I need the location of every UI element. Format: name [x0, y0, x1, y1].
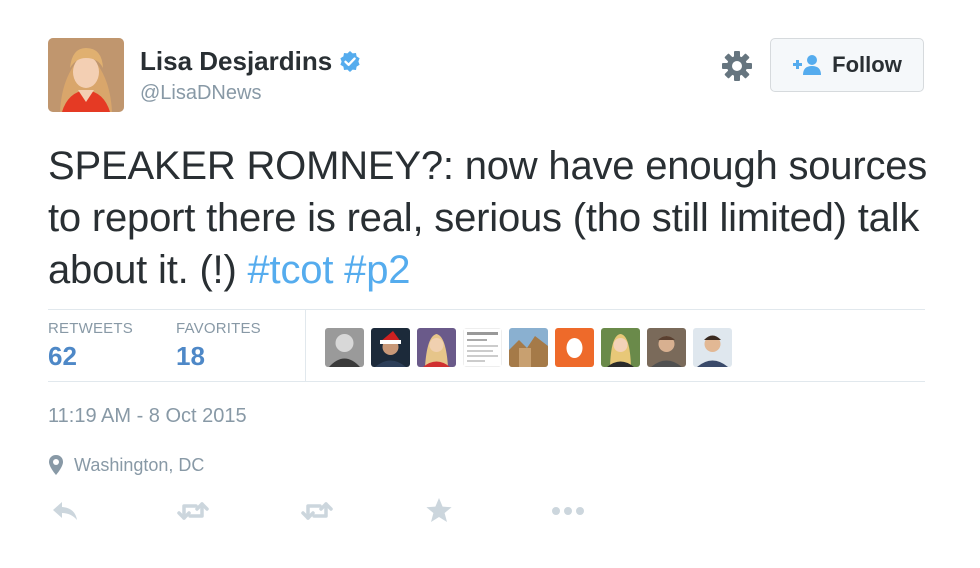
gear-icon[interactable] [720, 49, 754, 83]
divider [48, 381, 925, 382]
favoriter-avatars [325, 328, 732, 367]
follow-button[interactable]: Follow [770, 38, 924, 92]
user-avatar[interactable] [555, 328, 594, 367]
user-display-name[interactable]: Lisa Desjardins [140, 46, 332, 77]
reply-icon[interactable] [50, 496, 80, 526]
user-avatar[interactable] [463, 328, 502, 367]
tweet-body: SPEAKER ROMNEY?: now have enough sources… [48, 144, 928, 292]
retweets-count: 62 [48, 341, 77, 371]
user-avatar[interactable] [48, 38, 124, 112]
user-avatar[interactable] [371, 328, 410, 367]
tweet-stats: RETWEETS 62 FAVORITES 18 [48, 310, 925, 382]
user-avatar[interactable] [325, 328, 364, 367]
follow-label: Follow [832, 52, 902, 77]
hashtag-link-p2[interactable]: #p2 [344, 248, 410, 292]
favorites-stat[interactable]: FAVORITES 18 [176, 320, 261, 372]
user-handle[interactable]: @LisaDNews [140, 82, 261, 105]
add-user-icon [792, 54, 822, 76]
user-avatar[interactable] [693, 328, 732, 367]
favorites-count: 18 [176, 341, 205, 371]
hashtag-link-tcot[interactable]: #tcot [248, 248, 334, 292]
location-label: Washington, DC [74, 454, 205, 475]
more-icon[interactable] [550, 496, 586, 526]
retweet-icon[interactable] [300, 496, 334, 526]
favorites-label: FAVORITES [176, 320, 261, 337]
user-name-row[interactable]: Lisa Desjardins [140, 46, 362, 77]
retweet-icon[interactable] [176, 496, 210, 526]
map-pin-icon [48, 454, 64, 476]
verified-badge-icon [338, 50, 362, 74]
tweet-timestamp[interactable]: 11:19 AM - 8 Oct 2015 [48, 405, 247, 428]
user-avatar[interactable] [509, 328, 548, 367]
retweets-stat[interactable]: RETWEETS 62 [48, 320, 133, 372]
user-avatar[interactable] [417, 328, 456, 367]
favorite-star-icon[interactable] [424, 496, 454, 526]
tweet-text: SPEAKER ROMNEY?: now have enough sources… [48, 140, 928, 296]
retweets-label: RETWEETS [48, 320, 133, 337]
user-avatar[interactable] [647, 328, 686, 367]
tweet-location[interactable]: Washington, DC [48, 454, 204, 476]
user-avatar[interactable] [601, 328, 640, 367]
divider [305, 310, 306, 382]
